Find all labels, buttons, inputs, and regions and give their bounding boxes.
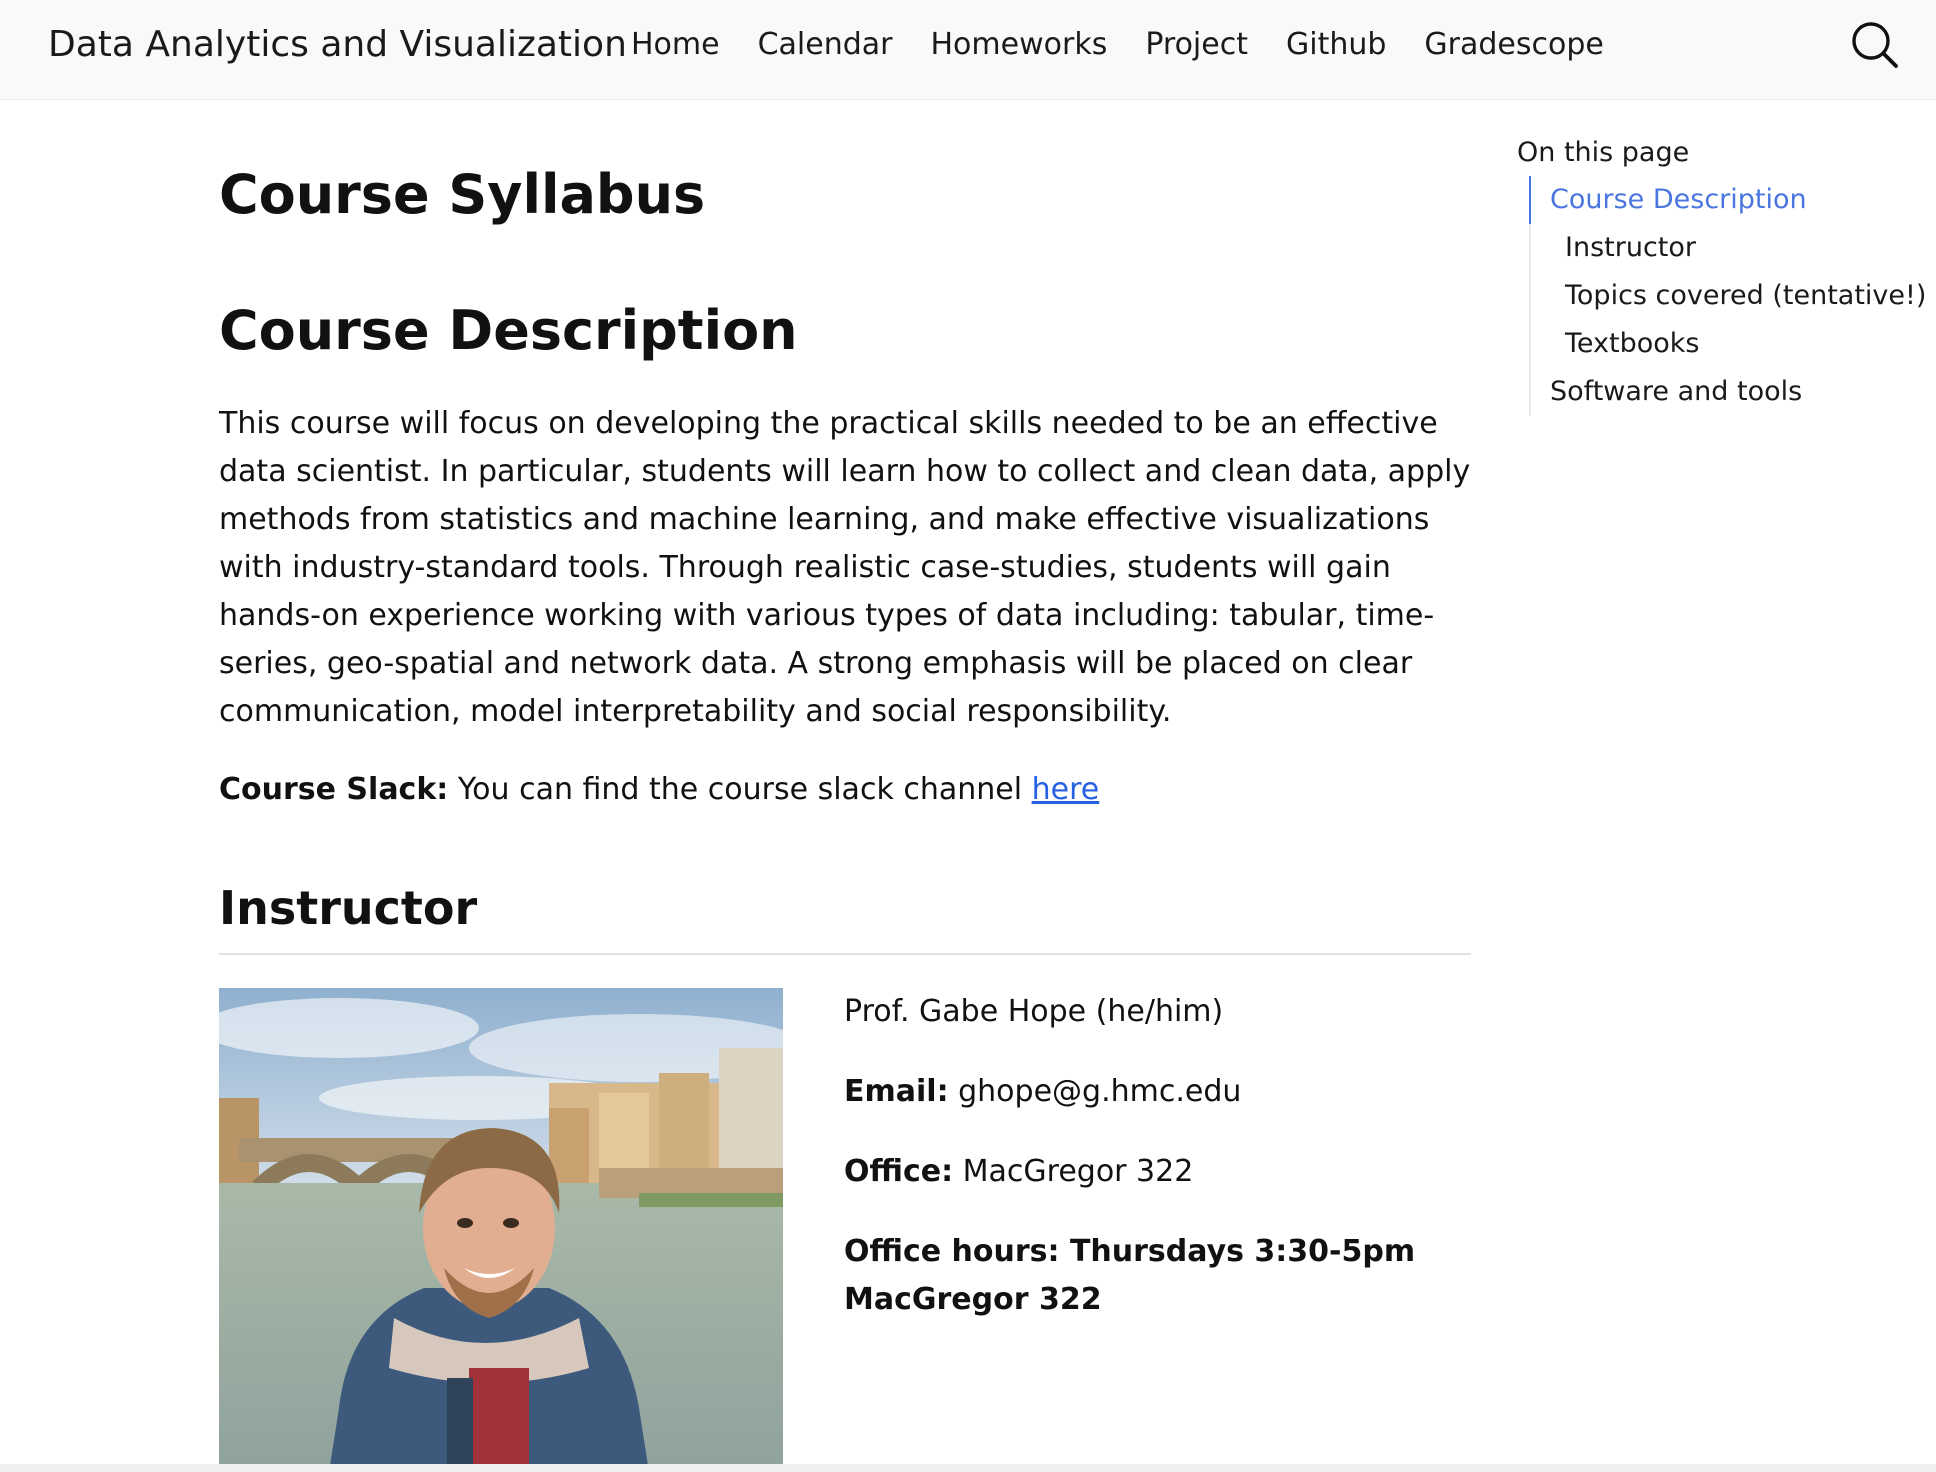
office-hours: Office hours: Thursdays 3:30-5pm MacGreg… [844,1234,1416,1317]
instructor-photo [219,988,783,1472]
nav-project-link[interactable]: Project [1126,0,1267,90]
toc-item-textbooks[interactable]: Textbooks [1531,320,1909,368]
search-button[interactable] [1850,20,1900,70]
office-value: MacGregor 322 [962,1154,1194,1189]
toc-active-indicator [1529,176,1531,224]
course-description-heading: Course Description [219,299,798,362]
page-title: Course Syllabus [219,163,706,226]
toc-item-course-description[interactable]: Course Description [1531,176,1909,224]
toc-item-topics-covered[interactable]: Topics covered (tentative!) [1531,272,1926,320]
on-this-page-toc: On this page Course Description Instruct… [1517,130,1926,416]
bottom-scroll-edge [0,1464,1936,1472]
toc-heading: On this page [1517,137,1690,168]
nav-homeworks-link[interactable]: Homeworks [912,0,1127,90]
main-nav: Home Calendar Homeworks Project Github G… [612,0,1623,90]
nav-github-link[interactable]: Github [1267,0,1405,90]
nav-home-link[interactable]: Home [612,0,739,90]
course-slack-label: Course Slack: [219,772,449,807]
top-navbar: Data Analytics and Visualization Home Ca… [0,0,1936,100]
instructor-name: Prof. Gabe Hope (he/him) [844,994,1224,1029]
email-label: Email: [844,1074,949,1109]
slack-channel-link[interactable]: here [1032,772,1100,807]
course-slack-text: You can find the course slack channel [457,772,1023,807]
site-title-link[interactable]: Data Analytics and Visualization [48,0,627,90]
email-value: ghope@g.hmc.edu [958,1074,1242,1109]
instructor-office: Office: MacGregor 322 [844,1148,1193,1196]
toc-item-instructor[interactable]: Instructor [1531,224,1909,272]
nav-gradescope-link[interactable]: Gradescope [1405,0,1622,90]
search-icon [1852,22,1898,68]
instructor-email: Email: ghope@g.hmc.edu [844,1068,1241,1116]
toc-item-software-and-tools[interactable]: Software and tools [1531,368,1909,416]
course-slack-line: Course Slack: You can find the course sl… [219,766,1099,814]
course-description-text: This course will focus on developing the… [219,406,1471,729]
section-divider [219,953,1471,955]
office-label: Office: [844,1154,954,1189]
nav-calendar-link[interactable]: Calendar [739,0,912,90]
instructor-heading: Instructor [219,881,478,935]
toc-list: Course Description Instructor Topics cov… [1529,176,1926,416]
